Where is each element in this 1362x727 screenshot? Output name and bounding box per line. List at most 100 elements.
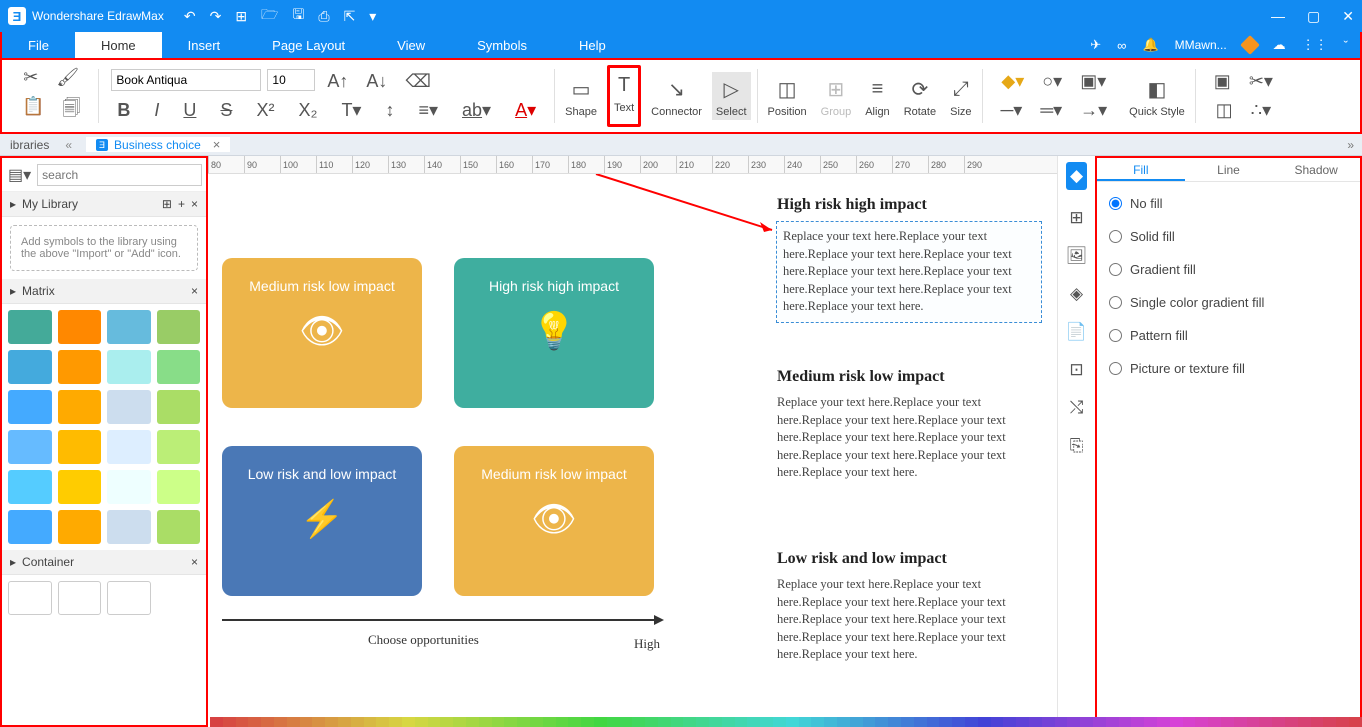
minimize-icon[interactable]: —	[1271, 8, 1285, 25]
shape-button[interactable]: ▭Shape	[561, 72, 601, 120]
thumbnail[interactable]	[107, 310, 151, 344]
textblock-medium[interactable]: Medium risk low impact Replace your text…	[777, 368, 1041, 482]
cut-icon[interactable]: ✂	[17, 65, 44, 90]
swatch[interactable]	[850, 717, 863, 727]
close-icon[interactable]: ✕	[1342, 8, 1354, 25]
underline-icon[interactable]: U	[177, 98, 202, 123]
tab-fill[interactable]: Fill	[1097, 158, 1185, 181]
swatch[interactable]	[1157, 717, 1170, 727]
thumbnail[interactable]	[8, 310, 52, 344]
swatch[interactable]	[1234, 717, 1247, 727]
thumbnail[interactable]	[157, 390, 201, 424]
shadow-icon[interactable]: ▣▾	[1074, 69, 1112, 94]
swatch[interactable]	[991, 717, 1004, 727]
swatch[interactable]	[440, 717, 453, 727]
swatch[interactable]	[338, 717, 351, 727]
thumbnail[interactable]	[157, 430, 201, 464]
swatch[interactable]	[952, 717, 965, 727]
bullets-icon[interactable]: ≡▾	[412, 98, 444, 123]
swatch[interactable]	[415, 717, 428, 727]
swatch[interactable]	[671, 717, 684, 727]
tab-line[interactable]: Line	[1185, 158, 1273, 181]
thumbnail[interactable]	[157, 350, 201, 384]
swatch[interactable]	[261, 717, 274, 727]
export-icon[interactable]: ⇱	[344, 8, 356, 25]
editshape-icon[interactable]: ◫	[1210, 98, 1239, 123]
swatch[interactable]	[620, 717, 633, 727]
swatch[interactable]	[1029, 717, 1042, 727]
swatch[interactable]	[402, 717, 415, 727]
superscript-icon[interactable]: X²	[250, 98, 280, 123]
thumbnail[interactable]	[107, 350, 151, 384]
swatch[interactable]	[1131, 717, 1144, 727]
send-icon[interactable]: ✈	[1090, 37, 1101, 53]
thumbnail[interactable]	[107, 581, 151, 615]
tab-view[interactable]: View	[371, 32, 451, 58]
text-button[interactable]: TText	[607, 65, 641, 127]
line-style-icon[interactable]: ○▾	[1036, 69, 1068, 94]
swatch[interactable]	[492, 717, 505, 727]
swatch[interactable]	[530, 717, 543, 727]
swatch[interactable]	[428, 717, 441, 727]
layers-tool-icon[interactable]: ◈	[1070, 284, 1083, 304]
swatch[interactable]	[479, 717, 492, 727]
swatch[interactable]	[1170, 717, 1183, 727]
swatch[interactable]	[1144, 717, 1157, 727]
swatch[interactable]	[811, 717, 824, 727]
quick-style-button[interactable]: ◧Quick Style	[1125, 72, 1189, 120]
highlight-icon[interactable]: ab▾	[456, 98, 497, 123]
clear-format-icon[interactable]: ⌫	[399, 69, 436, 94]
thumbnail[interactable]	[157, 310, 201, 344]
swatch[interactable]	[683, 717, 696, 727]
swatch[interactable]	[504, 717, 517, 727]
select-button[interactable]: ▷Select	[712, 72, 751, 120]
swatch[interactable]	[453, 717, 466, 727]
swatch[interactable]	[1323, 717, 1336, 727]
swatch[interactable]	[1067, 717, 1080, 727]
swatch[interactable]	[799, 717, 812, 727]
swatch[interactable]	[1119, 717, 1132, 727]
swatch[interactable]	[1106, 717, 1119, 727]
card-low-low[interactable]: Low risk and low impact⚡	[222, 446, 422, 596]
radio[interactable]	[1109, 296, 1122, 309]
swatch[interactable]	[325, 717, 338, 727]
copy-icon[interactable]: 🗐	[56, 94, 86, 128]
swatch[interactable]	[901, 717, 914, 727]
fill-option[interactable]: Single color gradient fill	[1109, 295, 1348, 310]
swatch[interactable]	[888, 717, 901, 727]
connector-button[interactable]: ↘Connector	[647, 72, 706, 120]
swatch[interactable]	[300, 717, 313, 727]
search-input[interactable]	[37, 164, 202, 186]
tab-home[interactable]: Home	[75, 32, 162, 58]
thumbnail[interactable]	[58, 430, 102, 464]
radio[interactable]	[1109, 362, 1122, 375]
card-high-high[interactable]: High risk high impact💡	[454, 258, 654, 408]
menu-chevron-icon[interactable]: ˇ	[1344, 38, 1348, 53]
swatch[interactable]	[760, 717, 773, 727]
tab-shadow[interactable]: Shadow	[1272, 158, 1360, 181]
grid-tool-icon[interactable]: ⊞	[1069, 208, 1083, 228]
swatch[interactable]	[747, 717, 760, 727]
color-palette-bar[interactable]	[210, 717, 1362, 727]
swatch[interactable]	[1272, 717, 1285, 727]
thumbnail[interactable]	[58, 390, 102, 424]
swatch[interactable]	[696, 717, 709, 727]
swatch[interactable]	[645, 717, 658, 727]
swatch[interactable]	[287, 717, 300, 727]
tab-insert[interactable]: Insert	[162, 32, 247, 58]
swatch[interactable]	[1311, 717, 1324, 727]
swatch[interactable]	[1055, 717, 1068, 727]
thumbnail[interactable]	[107, 430, 151, 464]
swatch[interactable]	[556, 717, 569, 727]
crop-icon[interactable]: ✂▾	[1243, 69, 1279, 94]
swatch[interactable]	[709, 717, 722, 727]
textblock-low[interactable]: Low risk and low impact Replace your tex…	[777, 550, 1041, 664]
apps-icon[interactable]: ⋮⋮	[1302, 37, 1328, 53]
thumbnail[interactable]	[8, 350, 52, 384]
font-size-combo[interactable]	[267, 69, 315, 91]
thumbnail[interactable]	[58, 310, 102, 344]
vars-tool-icon[interactable]: ⊡	[1069, 360, 1083, 380]
swatch[interactable]	[824, 717, 837, 727]
swatch[interactable]	[517, 717, 530, 727]
swatch[interactable]	[594, 717, 607, 727]
